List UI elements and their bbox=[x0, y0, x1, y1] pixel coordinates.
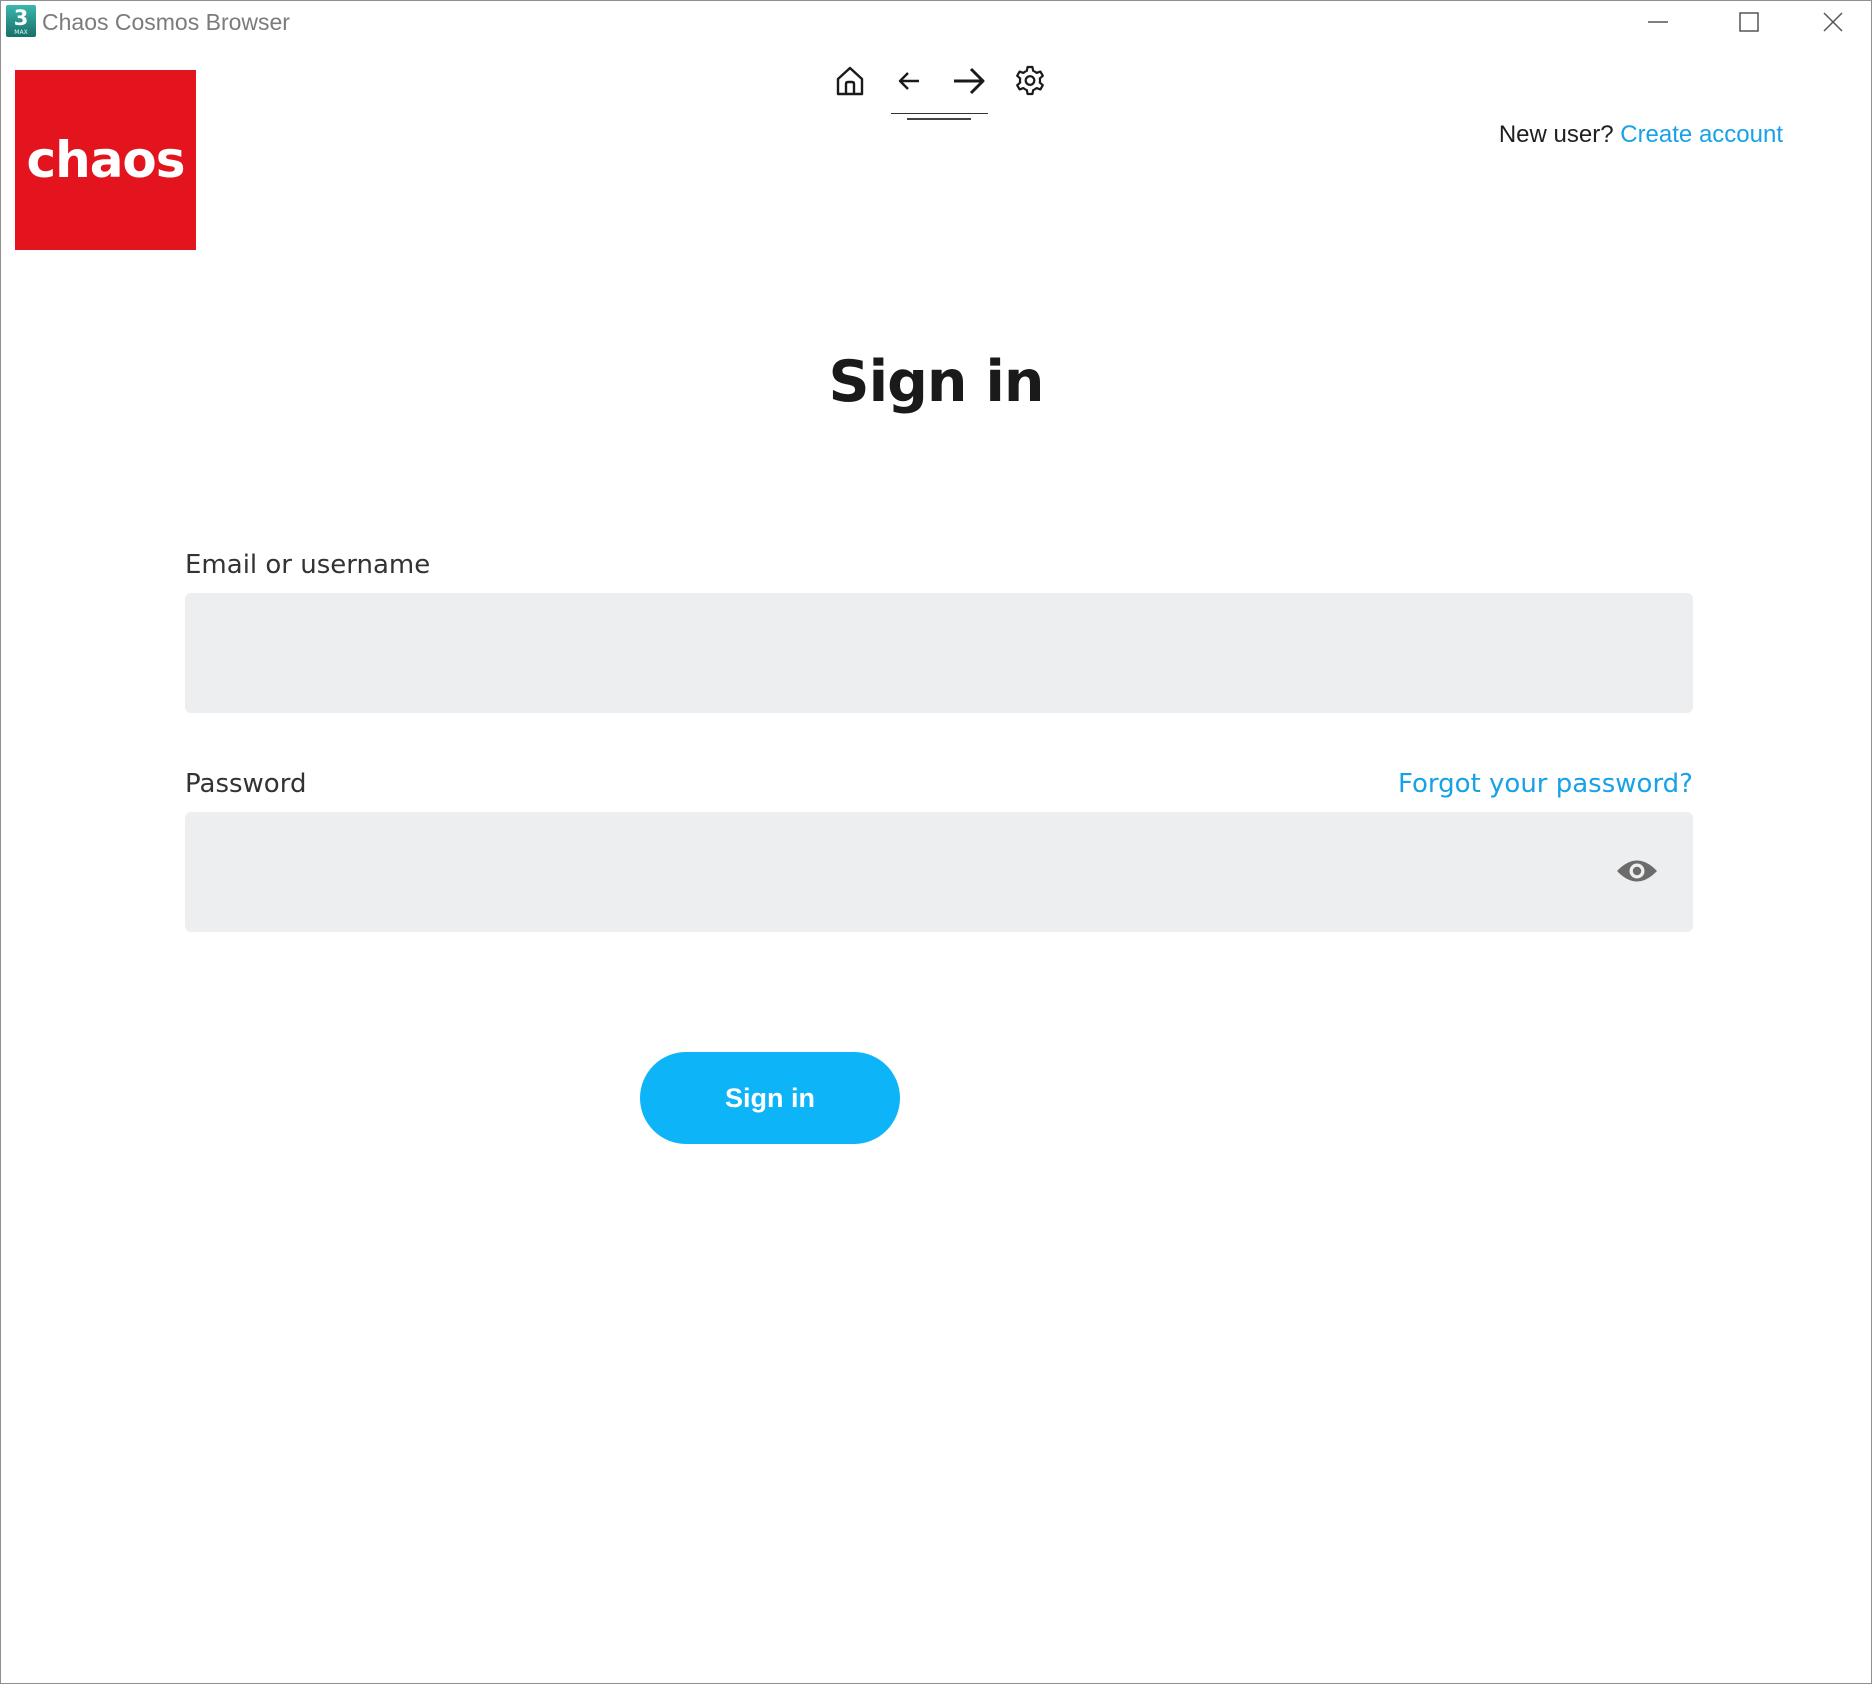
minimize-button[interactable] bbox=[1613, 1, 1703, 43]
back-button[interactable] bbox=[889, 61, 929, 101]
create-account-link[interactable]: Create account bbox=[1620, 121, 1783, 148]
email-label: Email or username bbox=[185, 550, 431, 580]
arrow-left-icon bbox=[898, 72, 919, 90]
forgot-password-link[interactable]: Forgot your password? bbox=[1398, 769, 1693, 799]
nav-underline bbox=[891, 113, 988, 114]
nav-underline-inner bbox=[907, 118, 971, 120]
new-user-text: New user? bbox=[1498, 121, 1614, 148]
password-label: Password bbox=[185, 769, 307, 799]
app-window: 3 MAX Chaos Cosmos Browser chaos New use… bbox=[0, 0, 1872, 1684]
title-bar: 3 MAX Chaos Cosmos Browser bbox=[1, 1, 1871, 43]
sign-in-button[interactable]: Sign in bbox=[640, 1052, 900, 1144]
app-icon-subtext: MAX bbox=[14, 29, 28, 36]
new-user-prompt: New user? Create account bbox=[1499, 121, 1783, 149]
settings-button[interactable] bbox=[1010, 61, 1050, 101]
show-password-button[interactable] bbox=[1612, 851, 1662, 891]
maximize-button[interactable] bbox=[1704, 1, 1794, 43]
forward-button[interactable] bbox=[949, 61, 989, 101]
app-icon: 3 MAX bbox=[6, 5, 36, 37]
window-title: Chaos Cosmos Browser bbox=[42, 9, 290, 35]
minimize-icon bbox=[1648, 21, 1668, 23]
close-icon bbox=[1823, 12, 1843, 32]
maximize-icon bbox=[1739, 12, 1759, 32]
chaos-logo: chaos bbox=[15, 70, 196, 250]
page-title: Sign in bbox=[828, 349, 1045, 415]
eye-icon bbox=[1617, 860, 1657, 882]
home-icon bbox=[836, 66, 864, 96]
gear-icon bbox=[1016, 65, 1044, 96]
arrow-right-icon bbox=[954, 67, 985, 95]
home-button[interactable] bbox=[830, 61, 870, 101]
logo-text: chaos bbox=[26, 131, 185, 189]
app-icon-number: 3 bbox=[13, 6, 29, 30]
close-button[interactable] bbox=[1795, 1, 1871, 43]
password-field[interactable] bbox=[185, 812, 1693, 932]
email-field[interactable] bbox=[185, 593, 1693, 713]
